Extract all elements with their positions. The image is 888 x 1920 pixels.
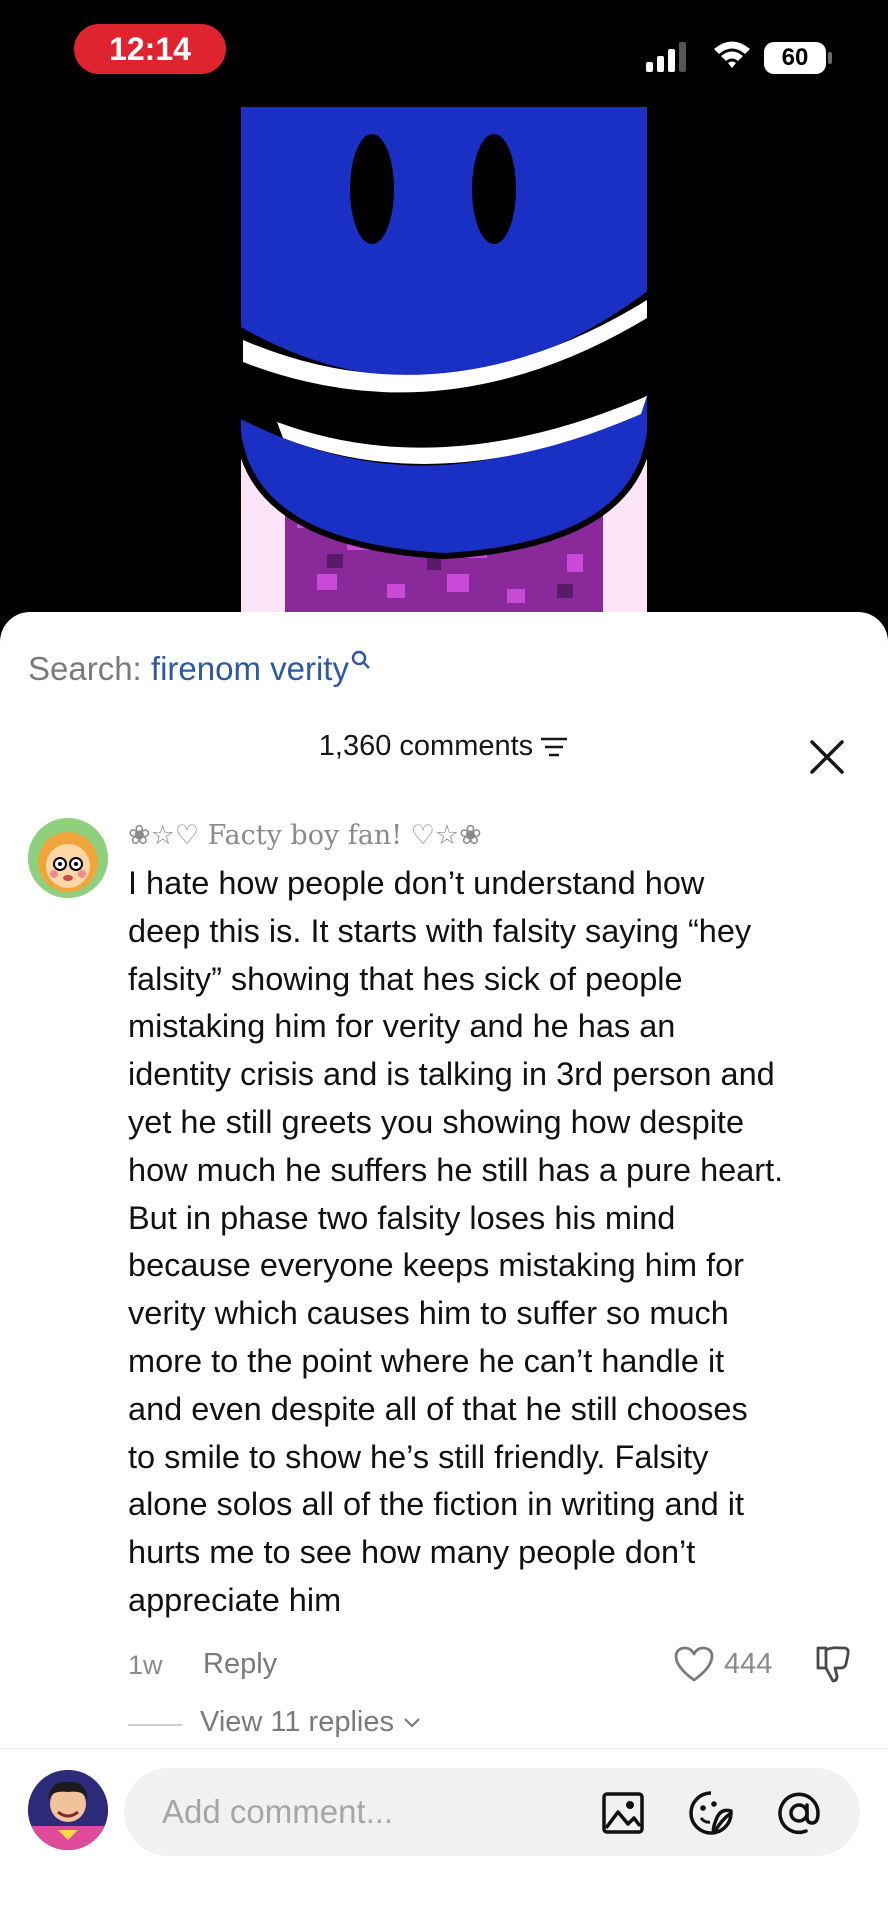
search-icon [351, 650, 370, 669]
replies-divider [128, 1724, 182, 1726]
search-label: Search: [28, 650, 151, 687]
comments-sheet: Search: firenom verity 1,360 comments ❀☆… [0, 612, 888, 1920]
smiley-face-image [237, 104, 651, 612]
comment-text: I hate how people don’t understand how d… [128, 865, 784, 1618]
image-icon[interactable] [600, 1790, 646, 1836]
search-term[interactable]: firenom verity [151, 650, 349, 687]
composer-divider [0, 1748, 888, 1749]
comment-count: 1,360 comments [318, 730, 534, 762]
user-avatar[interactable] [28, 1770, 108, 1850]
sticker-icon[interactable] [688, 1790, 734, 1836]
battery-indicator: 60 [764, 42, 826, 74]
view-replies-label: View 11 replies [200, 1706, 394, 1738]
like-count: 444 [724, 1648, 773, 1680]
thumbs-down-icon[interactable] [814, 1644, 852, 1684]
comment-composer [124, 1768, 860, 1856]
status-time[interactable]: 12:14 [74, 24, 226, 74]
heart-icon[interactable] [674, 1646, 714, 1682]
reply-button[interactable]: Reply [203, 1648, 277, 1681]
commenter-avatar[interactable] [28, 818, 108, 898]
battery-tip [828, 52, 832, 64]
at-icon[interactable] [776, 1790, 822, 1836]
video-thumbnail[interactable] [237, 104, 651, 612]
search-suggestion[interactable]: Search: firenom verity [28, 650, 371, 688]
comment-input[interactable] [162, 1768, 562, 1856]
close-icon[interactable] [808, 738, 846, 776]
comment-username[interactable]: ❀☆♡ Facty boy fan! ♡☆❀ [128, 820, 482, 851]
comments-header: 1,360 comments [0, 730, 888, 763]
view-replies-button[interactable]: View 11 replies [200, 1706, 422, 1739]
status-bar: 12:14 60 [0, 0, 888, 100]
wifi-icon [714, 41, 750, 68]
comment-timestamp: 1w [128, 1650, 163, 1680]
signal-icon [646, 42, 686, 72]
chevron-down-icon [404, 1718, 420, 1728]
filter-icon[interactable] [539, 735, 569, 759]
